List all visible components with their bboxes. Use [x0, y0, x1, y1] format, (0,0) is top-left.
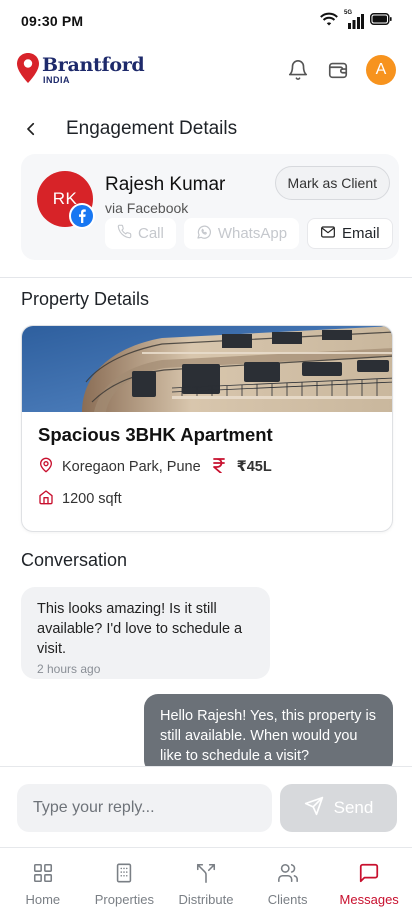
nav-item-properties[interactable]: Properties [84, 848, 164, 917]
app-header: Brantford INDIA A [0, 48, 412, 92]
building-icon [113, 862, 135, 887]
whatsapp-icon [196, 224, 212, 244]
property-image [22, 326, 392, 412]
bottom-navigation: Home Properties Distribute Clients Messa… [0, 847, 412, 917]
nav-label-clients: Clients [267, 892, 308, 907]
reply-input[interactable] [17, 784, 272, 832]
lead-card: RK Rajesh Kumar via Facebook Mark as Cli… [21, 154, 399, 260]
lead-name: Rajesh Kumar [105, 174, 226, 195]
battery-icon [370, 12, 392, 30]
status-time: 09:30 PM [21, 13, 84, 29]
lead-source: via Facebook [105, 200, 189, 216]
rupee-icon [212, 457, 225, 477]
users-icon [277, 862, 299, 887]
status-icons: 5G [320, 10, 392, 31]
page-header: Engagement Details [16, 112, 396, 146]
message-text: This looks amazing! Is it still availabl… [37, 601, 243, 657]
property-location-row: Koregaon Park, Pune ₹45L [38, 457, 272, 477]
property-price: ₹45L [236, 459, 272, 475]
property-title: Spacious 3BHK Apartment [38, 424, 273, 445]
email-label: Email [342, 225, 380, 242]
incoming-message: This looks amazing! Is it still availabl… [21, 587, 270, 679]
nav-item-messages[interactable]: Messages [329, 848, 409, 917]
page-title: Engagement Details [66, 118, 238, 139]
mark-as-client-button[interactable]: Mark as Client [274, 166, 390, 200]
property-location: Koregaon Park, Pune [62, 459, 201, 475]
map-pin-icon [38, 457, 54, 477]
split-icon [195, 862, 217, 887]
call-button[interactable]: Call [105, 218, 176, 249]
notification-bell-icon[interactable] [286, 58, 310, 82]
mail-icon [320, 224, 336, 244]
status-bar: 09:30 PM 5G [0, 0, 412, 42]
section-divider [0, 277, 412, 278]
send-icon [304, 796, 324, 821]
facebook-icon [69, 203, 95, 229]
outgoing-message: Hello Rajesh! Yes, this property is stil… [144, 694, 393, 774]
contact-actions: Call WhatsApp Email [105, 218, 393, 249]
nav-item-clients[interactable]: Clients [248, 848, 328, 917]
conversation-section-title: Conversation [21, 550, 128, 570]
brand-subtitle: INDIA [43, 74, 70, 85]
send-button[interactable]: Send [280, 784, 397, 832]
wallet-icon[interactable] [326, 58, 350, 82]
nav-label-properties: Properties [94, 892, 155, 907]
brand-name: Brantford [42, 53, 145, 76]
send-label: Send [333, 798, 374, 817]
property-card[interactable]: Spacious 3BHK Apartment Koregaon Park, P… [21, 325, 393, 532]
reply-bar: Send [0, 766, 412, 847]
user-avatar[interactable]: A [366, 55, 396, 85]
property-section-title: Property Details [21, 289, 150, 309]
message-icon [358, 862, 380, 887]
message-text: Hello Rajesh! Yes, this property is stil… [160, 708, 376, 764]
location-pin-icon [16, 52, 40, 89]
grid-icon [32, 862, 54, 887]
brand-logo[interactable]: Brantford INDIA [16, 52, 145, 89]
home-icon [38, 489, 54, 509]
email-button[interactable]: Email [307, 218, 393, 249]
property-area-row: 1200 sqft [38, 489, 122, 509]
wifi-icon [320, 12, 338, 31]
whatsapp-button[interactable]: WhatsApp [183, 218, 300, 249]
phone-icon [117, 224, 132, 243]
back-arrow-icon[interactable] [16, 114, 46, 144]
nav-label-messages: Messages [339, 892, 399, 907]
nav-label-home: Home [25, 892, 61, 907]
cellular-signal-icon: 5G [344, 10, 364, 29]
property-area: 1200 sqft [62, 491, 122, 507]
message-time: 2 hours ago [37, 662, 101, 676]
nav-item-distribute[interactable]: Distribute [166, 848, 246, 917]
nav-label-distribute: Distribute [178, 892, 234, 907]
call-label: Call [138, 225, 164, 242]
whatsapp-label: WhatsApp [217, 225, 288, 242]
nav-item-home[interactable]: Home [3, 848, 83, 917]
